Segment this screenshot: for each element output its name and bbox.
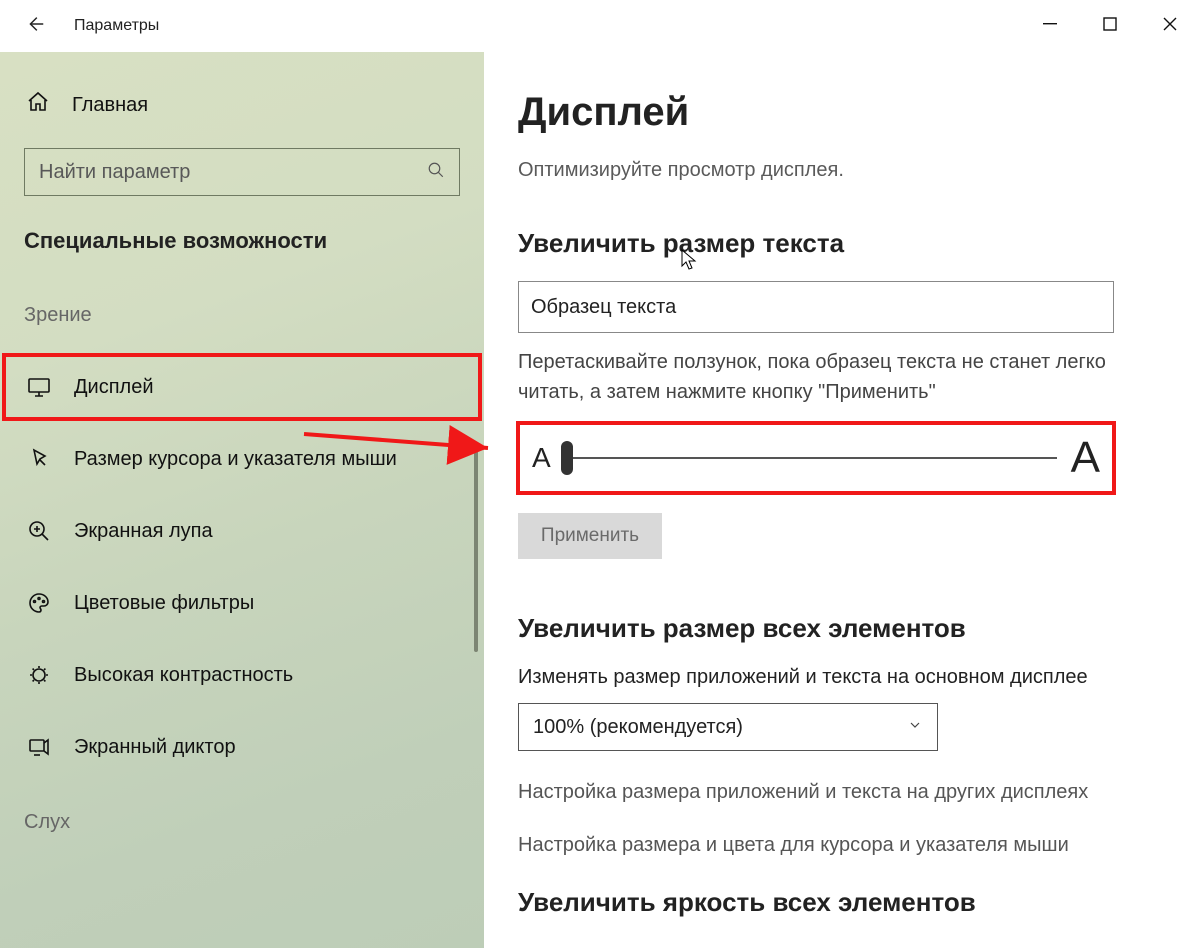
text-size-slider[interactable]: A A: [518, 423, 1114, 493]
scale-combobox[interactable]: 100% (рекомендуется): [518, 703, 938, 751]
home-icon: [26, 90, 50, 120]
slider-thumb[interactable]: [561, 441, 573, 475]
sidebar-item-label: Дисплей: [74, 376, 154, 399]
monitor-icon: [26, 374, 52, 400]
palette-icon: [26, 590, 52, 616]
content-pane: Дисплей Оптимизируйте просмотр дисплея. …: [484, 52, 1200, 948]
slider-track[interactable]: [565, 457, 1057, 459]
scale-selected-value: 100% (рекомендуется): [533, 716, 743, 739]
search-icon: [427, 161, 445, 184]
window-title: Параметры: [74, 17, 159, 35]
slider-help-text: Перетаскивайте ползунок, пока образец те…: [518, 347, 1158, 407]
search-input[interactable]: [39, 161, 379, 184]
section-all-elements: Увеличить размер всех элементов: [518, 613, 1170, 644]
sample-text: Образец текста: [531, 296, 676, 319]
maximize-button[interactable]: [1080, 0, 1140, 48]
section-text-size: Увеличить размер текста: [518, 228, 1170, 259]
contrast-icon: [26, 662, 52, 688]
category-title: Специальные возможности: [0, 224, 484, 294]
chevron-down-icon: [907, 716, 923, 739]
group-vision-label: Зрение: [0, 294, 484, 351]
sidebar-item-label: Экранная лупа: [74, 520, 213, 543]
minimize-button[interactable]: [1020, 0, 1080, 48]
scale-setting-label: Изменять размер приложений и текста на о…: [518, 666, 1170, 689]
sidebar-item-magnifier[interactable]: Экранная лупа: [0, 495, 484, 567]
sidebar-item-home[interactable]: Главная: [0, 56, 484, 144]
sidebar-item-label: Высокая контрастность: [74, 664, 293, 687]
sidebar-item-high-contrast[interactable]: Высокая контрастность: [0, 639, 484, 711]
sidebar-item-label: Размер курсора и указателя мыши: [74, 448, 397, 471]
settings-window: Параметры Главная: [0, 0, 1200, 948]
section-brightness: Увеличить яркость всех элементов: [518, 887, 1170, 918]
link-other-displays[interactable]: Настройка размера приложений и текста на…: [518, 781, 1170, 804]
apply-button[interactable]: Применить: [518, 513, 662, 559]
sidebar-item-display[interactable]: Дисплей: [0, 351, 484, 423]
close-button[interactable]: [1140, 0, 1200, 48]
page-subtitle: Оптимизируйте просмотр дисплея.: [518, 159, 1170, 182]
sidebar-home-label: Главная: [72, 94, 148, 117]
titlebar: Параметры: [0, 0, 1200, 52]
sample-text-box: Образец текста: [518, 281, 1114, 333]
sidebar-item-cursor[interactable]: Размер курсора и указателя мыши: [0, 423, 484, 495]
link-cursor-color[interactable]: Настройка размера и цвета для курсора и …: [518, 834, 1170, 857]
sidebar-scrollbar[interactable]: [474, 442, 478, 652]
group-hearing-label: Слух: [0, 783, 484, 858]
sidebar-item-color-filters[interactable]: Цветовые фильтры: [0, 567, 484, 639]
search-box[interactable]: [24, 148, 460, 196]
cursor-icon: [26, 446, 52, 472]
page-title: Дисплей: [518, 90, 1170, 135]
magnifier-icon: [26, 518, 52, 544]
sidebar-item-label: Экранный диктор: [74, 736, 236, 759]
back-icon[interactable]: [24, 13, 46, 40]
slider-min-label: A: [532, 442, 551, 474]
sidebar-item-label: Цветовые фильтры: [74, 592, 254, 615]
narrator-icon: [26, 734, 52, 760]
sidebar-item-narrator[interactable]: Экранный диктор: [0, 711, 484, 783]
slider-max-label: A: [1071, 433, 1100, 483]
sidebar: Главная Специальные возможности Зрение Д…: [0, 52, 484, 948]
